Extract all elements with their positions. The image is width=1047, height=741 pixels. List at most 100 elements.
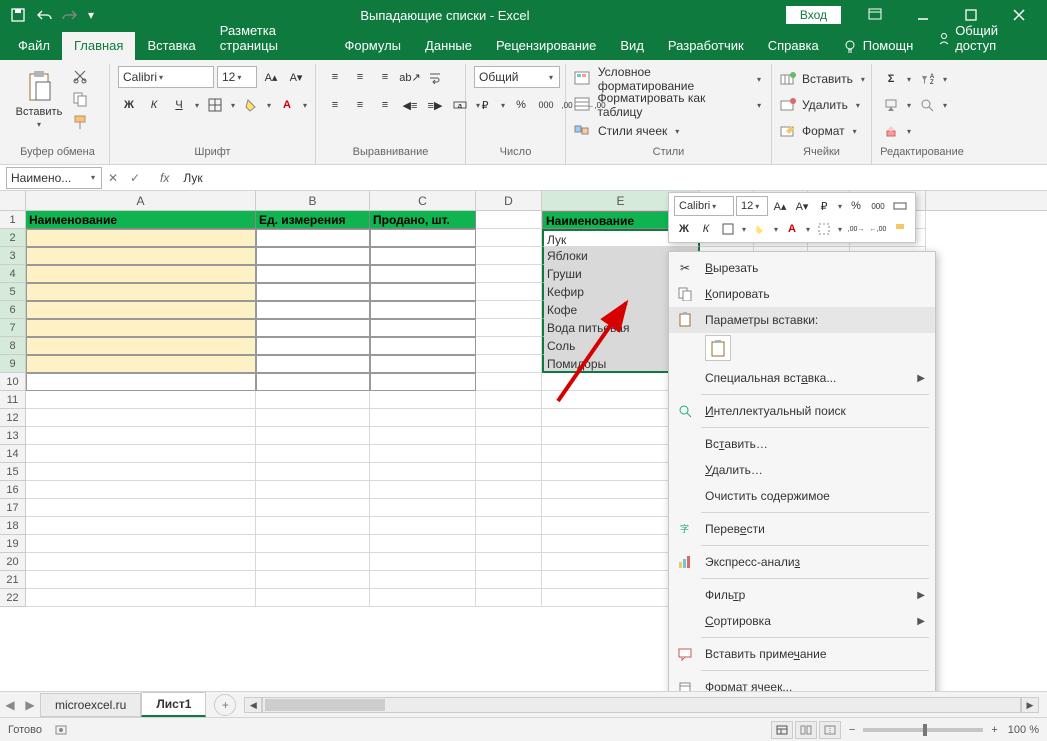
bold-button[interactable]: Ж	[118, 94, 140, 116]
cell-A11[interactable]	[26, 391, 256, 409]
find-select-icon[interactable]	[916, 94, 938, 116]
mini-decrease-font-icon[interactable]: A▾	[792, 196, 812, 216]
cell-A22[interactable]	[26, 589, 256, 607]
row-header-5[interactable]: 5	[0, 283, 26, 301]
align-right-icon[interactable]: ≡	[374, 94, 396, 116]
ctx-quick-analysis[interactable]: Экспресс-анализ	[669, 549, 935, 575]
zoom-slider[interactable]	[863, 728, 983, 732]
share-button[interactable]: Общий доступ	[925, 17, 1041, 60]
ctx-filter[interactable]: Фильтр▶	[669, 582, 935, 608]
sheet-nav-prev[interactable]: ◀	[0, 698, 20, 712]
comma-style-icon[interactable]: 000	[535, 94, 557, 116]
row-header-1[interactable]: 1	[0, 211, 26, 229]
cell-C2[interactable]	[370, 229, 476, 247]
zoom-level[interactable]: 100 %	[1008, 724, 1039, 736]
cell-A2[interactable]	[26, 229, 256, 247]
row-header-7[interactable]: 7	[0, 319, 26, 337]
name-box[interactable]: Наимено...▾	[6, 167, 102, 189]
zoom-out-button[interactable]: −	[849, 724, 855, 736]
qat-dropdown[interactable]: ▾	[88, 8, 94, 22]
mini-fill-color-icon[interactable]	[750, 219, 770, 239]
cell-C12[interactable]	[370, 409, 476, 427]
ctx-insert-comment[interactable]: Вставить примечание	[669, 641, 935, 667]
cell-D16[interactable]	[476, 481, 542, 499]
cell-A7[interactable]	[26, 319, 256, 337]
tab-file[interactable]: Файл	[6, 32, 62, 60]
sort-filter-icon[interactable]: AZ	[916, 68, 938, 90]
row-header-16[interactable]: 16	[0, 481, 26, 499]
mini-format-painter-icon[interactable]	[890, 219, 910, 239]
cell-C6[interactable]	[370, 301, 476, 319]
mini-borders-icon[interactable]	[718, 219, 738, 239]
cell-C10[interactable]	[370, 373, 476, 391]
row-header-4[interactable]: 4	[0, 265, 26, 283]
mini-comma-icon[interactable]: 000	[868, 196, 888, 216]
tab-page-layout[interactable]: Разметка страницы	[208, 17, 333, 60]
underline-button[interactable]: Ч	[168, 94, 190, 116]
percent-icon[interactable]: %	[510, 94, 532, 116]
cell-D5[interactable]	[476, 283, 542, 301]
cell-B1[interactable]: Ед. измерения	[256, 211, 370, 229]
cell-A9[interactable]	[26, 355, 256, 373]
cell-B6[interactable]	[256, 301, 370, 319]
cell-D1[interactable]	[476, 211, 542, 229]
cell-A1[interactable]: Наименование	[26, 211, 256, 229]
clear-icon[interactable]	[880, 120, 902, 142]
cell-C4[interactable]	[370, 265, 476, 283]
cell-B17[interactable]	[256, 499, 370, 517]
cell-C16[interactable]	[370, 481, 476, 499]
cell-D8[interactable]	[476, 337, 542, 355]
cell-C21[interactable]	[370, 571, 476, 589]
scroll-left-button[interactable]: ◀	[244, 697, 262, 713]
ctx-clear[interactable]: Очистить содержимое	[669, 483, 935, 509]
cell-styles-button[interactable]: Стили ячеек▾	[574, 120, 681, 142]
mini-percent-icon[interactable]: %	[846, 196, 866, 216]
cell-B21[interactable]	[256, 571, 370, 589]
cell-C11[interactable]	[370, 391, 476, 409]
tab-developer[interactable]: Разработчик	[656, 32, 756, 60]
cancel-formula-icon[interactable]: ✕	[102, 171, 124, 185]
font-color-icon[interactable]: A	[276, 94, 298, 116]
number-format-select[interactable]: Общий▾	[474, 66, 560, 88]
cell-D7[interactable]	[476, 319, 542, 337]
mini-font-color-icon[interactable]: A	[782, 219, 802, 239]
cell-C1[interactable]: Продано, шт.	[370, 211, 476, 229]
delete-cells-button[interactable]: Удалить▾	[780, 94, 862, 116]
ctx-insert[interactable]: Вставить…	[669, 431, 935, 457]
decrease-indent-icon[interactable]: ◀≡	[399, 94, 421, 116]
sheet-tab-2[interactable]: Лист1	[141, 692, 206, 717]
orientation-icon[interactable]: ab↗	[399, 66, 421, 88]
fill-icon[interactable]	[880, 94, 902, 116]
row-header-11[interactable]: 11	[0, 391, 26, 409]
cell-D13[interactable]	[476, 427, 542, 445]
align-center-icon[interactable]: ≡	[349, 94, 371, 116]
mini-currency-icon[interactable]: ₽	[814, 196, 834, 216]
cell-A14[interactable]	[26, 445, 256, 463]
sign-in-button[interactable]: Вход	[786, 6, 841, 24]
cell-A12[interactable]	[26, 409, 256, 427]
tab-formulas[interactable]: Формулы	[332, 32, 413, 60]
cell-A16[interactable]	[26, 481, 256, 499]
mini-inc-decimal-icon[interactable]: ,00→	[846, 219, 866, 239]
tab-help[interactable]: Справка	[756, 32, 831, 60]
autosum-icon[interactable]: Σ	[880, 68, 902, 90]
row-header-13[interactable]: 13	[0, 427, 26, 445]
fill-color-icon[interactable]	[240, 94, 262, 116]
cell-C22[interactable]	[370, 589, 476, 607]
cell-B20[interactable]	[256, 553, 370, 571]
cell-B13[interactable]	[256, 427, 370, 445]
cell-C18[interactable]	[370, 517, 476, 535]
increase-indent-icon[interactable]: ≡▶	[424, 94, 446, 116]
cell-B19[interactable]	[256, 535, 370, 553]
align-middle-icon[interactable]: ≡	[349, 66, 371, 88]
cell-C13[interactable]	[370, 427, 476, 445]
cell-C7[interactable]	[370, 319, 476, 337]
cell-A10[interactable]	[26, 373, 256, 391]
cell-A20[interactable]	[26, 553, 256, 571]
cell-D9[interactable]	[476, 355, 542, 373]
cell-D19[interactable]	[476, 535, 542, 553]
align-top-icon[interactable]: ≡	[324, 66, 346, 88]
cell-A6[interactable]	[26, 301, 256, 319]
cell-D6[interactable]	[476, 301, 542, 319]
mini-font-size[interactable]: 12▾	[736, 196, 768, 216]
